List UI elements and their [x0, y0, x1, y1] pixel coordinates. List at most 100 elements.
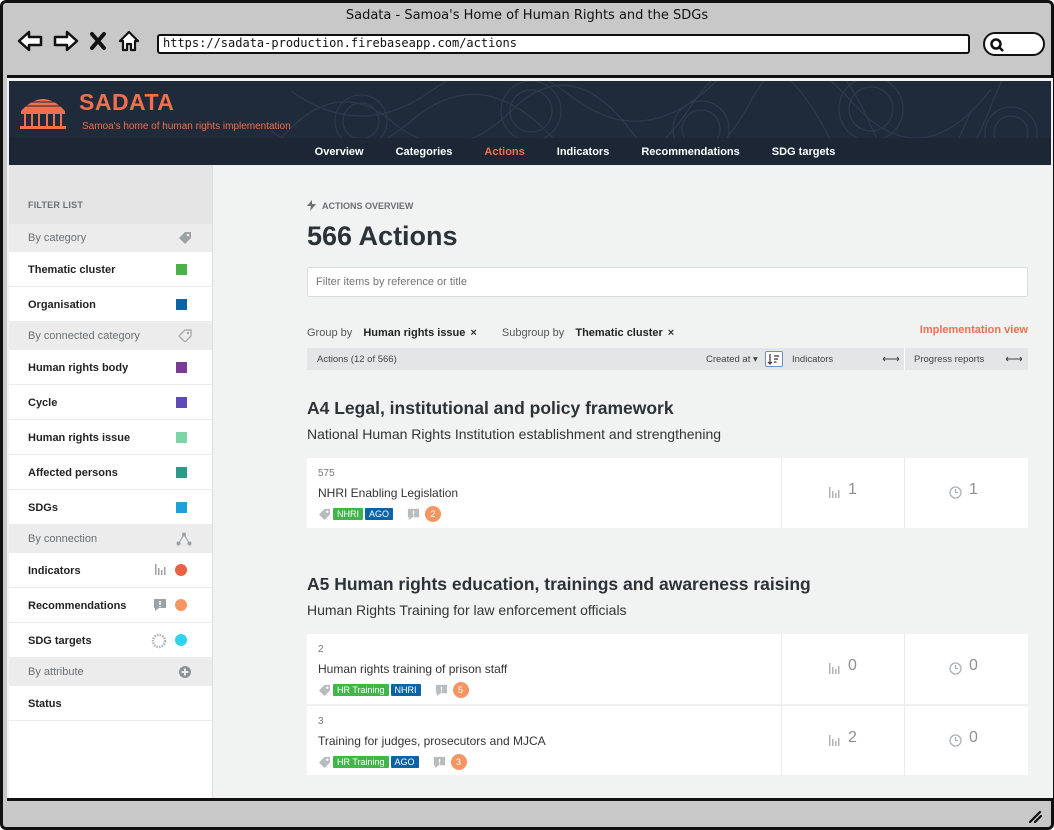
- search-icon: [990, 38, 1004, 52]
- nav-tab-recommendations[interactable]: Recommendations: [625, 138, 755, 165]
- comment-icon: [433, 756, 445, 768]
- connection-icon: [176, 532, 192, 546]
- filter-indicators[interactable]: Indicators: [9, 553, 212, 588]
- filter-human-rights-issue[interactable]: Human rights issue: [9, 420, 212, 455]
- item-reference: 2: [318, 644, 324, 655]
- color-swatch: [176, 397, 187, 408]
- color-swatch: [176, 467, 187, 478]
- nav-tab-overview[interactable]: Overview: [299, 138, 380, 165]
- filter-group-label: By connected category: [28, 330, 140, 342]
- grouping-bar: Group by Human rights issue × Subgroup by…: [307, 324, 1028, 341]
- browser-nav-buttons: [17, 27, 141, 55]
- col-progress-reports: Progress reports: [914, 354, 985, 365]
- recommendations-count[interactable]: 2: [425, 506, 442, 522]
- item-title[interactable]: Human rights training of prison staff: [318, 662, 507, 676]
- nav-tab-categories[interactable]: Categories: [380, 138, 469, 165]
- filter-item-label: Thematic cluster: [28, 264, 116, 276]
- tag-badge[interactable]: AGO: [390, 756, 419, 768]
- filter-group-by-attribute: By attribute: [9, 658, 212, 686]
- bar-chart-icon: [829, 663, 840, 674]
- filter-item-label: Indicators: [28, 565, 81, 577]
- item-reference: 3: [318, 716, 324, 727]
- nav-tab-actions[interactable]: Actions: [468, 138, 540, 165]
- progress-cell: 0: [904, 706, 1028, 776]
- filter-group-label: By category: [28, 232, 87, 244]
- progress-count: 0: [969, 657, 978, 674]
- list-item[interactable]: 3 Training for judges, prosecutors and M…: [307, 705, 1028, 776]
- group-by-label: Group by: [307, 327, 353, 339]
- filter-recommendations[interactable]: Recommendations: [9, 588, 212, 623]
- filter-human-rights-body[interactable]: Human rights body: [9, 350, 212, 385]
- remove-subgroup-button[interactable]: ×: [668, 327, 674, 339]
- bar-chart-icon: [155, 564, 166, 575]
- forward-icon[interactable]: [53, 30, 79, 52]
- tag-badge[interactable]: HR Training: [333, 756, 389, 768]
- browser-window: Sadata - Samoa's Home of Human Rights an…: [0, 0, 1054, 830]
- section-kicker: ACTIONS OVERVIEW: [307, 200, 413, 211]
- subgroup-by-value[interactable]: Thematic cluster: [575, 327, 662, 339]
- tag-icon: [318, 756, 331, 768]
- color-swatch: [176, 264, 187, 275]
- fale-logo-icon: [20, 99, 66, 129]
- clock-icon: [949, 662, 962, 675]
- group-by-value[interactable]: Human rights issue: [363, 327, 465, 339]
- expand-arrows-icon[interactable]: [1006, 356, 1022, 362]
- filter-thematic-cluster[interactable]: Thematic cluster: [9, 252, 212, 287]
- tag-badge[interactable]: NHRI: [390, 684, 421, 696]
- list-header: Actions (12 of 566) Created at ▾ Indicat…: [307, 348, 1028, 370]
- indicators-cell: 1: [781, 458, 904, 528]
- tag-outline-icon: [178, 329, 192, 342]
- list-item[interactable]: 2 Human rights training of prison staff …: [307, 634, 1028, 704]
- group-heading: A4 Legal, institutional and policy frame…: [307, 398, 674, 418]
- filter-input[interactable]: [307, 267, 1028, 297]
- filter-item-label: Cycle: [28, 397, 58, 409]
- filter-affected-persons[interactable]: Affected persons: [9, 455, 212, 490]
- filter-sdg-targets[interactable]: SDG targets: [9, 623, 212, 658]
- site-brand[interactable]: SADATA: [79, 89, 174, 116]
- tag-icon: [179, 232, 191, 244]
- nav-tab-sdg-targets[interactable]: SDG targets: [756, 138, 852, 165]
- group-heading: A5 Human rights education, trainings and…: [307, 574, 811, 594]
- main-nav: Overview Categories Actions Indicators R…: [9, 138, 1051, 165]
- plus-circle-icon[interactable]: [178, 665, 192, 679]
- filter-organisation[interactable]: Organisation: [9, 287, 212, 322]
- filter-group-by-category: By category: [9, 224, 212, 252]
- progress-cell: 0: [904, 634, 1028, 704]
- subgroup-by-label: Subgroup by: [501, 327, 565, 339]
- item-title[interactable]: NHRI Enabling Legislation: [318, 486, 458, 500]
- color-dot: [175, 599, 187, 611]
- recommendations-count[interactable]: 5: [452, 682, 469, 698]
- recommendations-count[interactable]: 3: [450, 754, 467, 770]
- implementation-view-link[interactable]: Implementation view: [920, 324, 1028, 336]
- resize-grip-icon[interactable]: [1027, 809, 1043, 823]
- list-item[interactable]: 575 NHRI Enabling Legislation NHRI AGO 2…: [307, 458, 1028, 528]
- color-swatch: [176, 432, 187, 443]
- filter-list-heading: FILTER LIST: [9, 165, 212, 224]
- indicators-count: 1: [848, 481, 857, 498]
- browser-search[interactable]: [983, 32, 1045, 56]
- filter-group-label: By attribute: [28, 666, 84, 678]
- expand-arrows-icon[interactable]: [883, 356, 899, 362]
- filter-item-label: Status: [28, 698, 62, 710]
- sort-order-button[interactable]: [765, 351, 783, 367]
- remove-group-button[interactable]: ×: [470, 327, 476, 339]
- filter-status[interactable]: Status: [9, 686, 212, 721]
- nav-tab-indicators[interactable]: Indicators: [541, 138, 626, 165]
- tag-badge[interactable]: NHRI: [333, 508, 363, 520]
- sort-label: Created at: [706, 354, 751, 365]
- item-title[interactable]: Training for judges, prosecutors and MJC…: [318, 734, 546, 748]
- back-icon[interactable]: [17, 30, 43, 52]
- progress-cell: 1: [904, 458, 1028, 528]
- page-viewport: SADATA Samoa's home of human rights impl…: [7, 75, 1053, 801]
- filter-sdgs[interactable]: SDGs: [9, 490, 212, 525]
- address-bar[interactable]: https://sadata-production.firebaseapp.co…: [157, 34, 970, 54]
- close-icon[interactable]: [89, 31, 107, 51]
- sort-created-at[interactable]: Created at ▾: [706, 354, 758, 365]
- filter-sidebar: FILTER LIST By category Thematic cluster…: [9, 165, 213, 798]
- home-icon[interactable]: [117, 29, 141, 53]
- tag-badge[interactable]: AGO: [365, 508, 394, 520]
- filter-cycle[interactable]: Cycle: [9, 385, 212, 420]
- progress-count: 1: [969, 481, 978, 498]
- tag-badge[interactable]: HR Training: [333, 684, 389, 696]
- lightning-icon: [307, 200, 316, 211]
